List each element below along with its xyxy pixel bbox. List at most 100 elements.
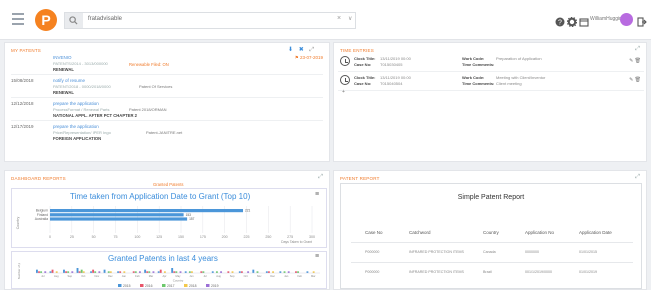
search-icon[interactable] xyxy=(65,13,83,28)
divider xyxy=(11,97,323,98)
x-tick-label: 25 xyxy=(70,235,74,239)
bar xyxy=(247,271,250,273)
legend-label: 2015 xyxy=(123,284,131,288)
row-subtitle: PATENTS/2014 - 3013/000000 xyxy=(53,61,108,66)
row-date: 12/12/2018 xyxy=(11,101,34,106)
x-axis-label: Days Taken to Grant xyxy=(281,240,312,244)
report-header-catchword: Catchword xyxy=(409,230,431,235)
x-tick-label: Nov xyxy=(95,274,100,278)
x-tick-label: Jan xyxy=(284,274,289,278)
x-tick-label: Dec xyxy=(270,274,275,278)
y-axis-label: Number of pats xyxy=(17,263,21,279)
bar xyxy=(134,271,137,273)
divider xyxy=(11,74,323,75)
panel-tools: ⬇ ✖ ⤢ xyxy=(288,46,318,54)
bar xyxy=(283,271,286,273)
x-tick-label: Sep xyxy=(230,274,235,278)
bar xyxy=(36,269,38,273)
work-code-label: Work Code: xyxy=(462,75,485,80)
time-entry-card[interactable]: Clock Title: 13/11/2019 00:00 Case No: T… xyxy=(338,54,644,72)
comments-label: Time Comments: xyxy=(462,81,495,86)
panel-title: MY PATENTS xyxy=(11,48,42,53)
legend-label: 2017 xyxy=(167,284,175,288)
case-value: T015030405 xyxy=(380,62,403,67)
bar xyxy=(211,271,214,273)
bar xyxy=(306,271,309,273)
comments-label: Time Comments: xyxy=(462,62,495,67)
bar xyxy=(252,269,255,273)
panel-title: PATENT REPORT xyxy=(340,176,380,181)
row-title-link[interactable]: INVENIO xyxy=(53,55,72,60)
x-tick-label: Aug xyxy=(216,274,221,278)
user-name[interactable]: WilliamHuggin xyxy=(590,16,622,22)
x-tick-label: Sep xyxy=(67,274,72,278)
expand-icon[interactable]: ⤢ xyxy=(635,46,640,53)
calendar-icon[interactable] xyxy=(579,14,589,27)
search-input[interactable]: fratadvisable xyxy=(88,16,122,22)
bar xyxy=(152,271,155,273)
search-dropdown-icon[interactable]: ∨ xyxy=(348,15,352,22)
bar xyxy=(240,271,243,273)
row-title-link[interactable]: notify of resume xyxy=(53,78,85,83)
bar xyxy=(132,271,135,273)
bar xyxy=(256,271,259,273)
close-icon[interactable]: ✖ xyxy=(299,47,304,53)
bar xyxy=(279,271,282,273)
row-tag: RENEWAL xyxy=(53,67,74,72)
row-flag[interactable]: ⚑ 23-07-2019 xyxy=(295,55,323,61)
work-code-label: Work Code: xyxy=(462,56,485,61)
edit-delete-icons[interactable]: ✎ 🗑 xyxy=(629,77,641,83)
expand-icon[interactable]: ⤢ xyxy=(635,174,640,181)
bar xyxy=(148,271,151,273)
x-tick-label: 250 xyxy=(265,235,271,239)
expand-icon[interactable]: ⤢ xyxy=(318,174,323,181)
bar xyxy=(38,271,40,273)
x-tick-label: Oct xyxy=(81,274,85,278)
chart-menu-icon[interactable]: ≡ xyxy=(315,253,319,260)
clock-icon xyxy=(340,75,350,85)
row-date: 12/17/2019 xyxy=(11,124,34,129)
bar xyxy=(144,269,147,273)
x-tick-label: 225 xyxy=(244,235,250,239)
menu-icon[interactable] xyxy=(12,13,24,25)
bar xyxy=(44,271,47,273)
row-title-link[interactable]: prepare the application xyxy=(53,124,99,129)
chart-subheading: Granted Patents xyxy=(153,182,184,187)
bar xyxy=(184,271,187,273)
clear-search-icon[interactable]: × xyxy=(337,15,341,22)
download-icon[interactable]: ⬇ xyxy=(288,47,293,53)
x-tick-label: 100 xyxy=(134,235,140,239)
bar xyxy=(40,271,43,273)
patent-report-panel: PATENT REPORT ⤢ Simple Patent Report Cas… xyxy=(333,170,647,290)
avatar[interactable] xyxy=(620,13,633,26)
search-box[interactable]: fratadvisable × ∨ xyxy=(64,12,356,29)
help-icon[interactable]: ? xyxy=(555,14,565,27)
settings-icon[interactable] xyxy=(566,14,578,28)
expand-icon[interactable]: ⤢ xyxy=(309,47,314,53)
granted-patents-chart: Granted Patents in last 4 years ≡ Jul Aug… xyxy=(11,251,327,289)
row-date: 15/08/2018 xyxy=(11,78,34,83)
edit-delete-icons[interactable]: ✎ 🗑 xyxy=(629,58,641,64)
x-tick-label: Mar xyxy=(149,274,154,278)
legend-swatch xyxy=(140,284,144,287)
bar xyxy=(50,213,184,217)
bar xyxy=(202,271,205,273)
dashboard-charts-panel: DASHBOARD REPORTS ⤢ Granted Patents Time… xyxy=(4,170,330,290)
bar xyxy=(287,271,290,273)
time-entry-card[interactable]: Clock Title: 13/11/2019 00:00 Case No: T… xyxy=(338,73,644,91)
logout-icon[interactable] xyxy=(637,14,647,27)
app-logo[interactable]: P xyxy=(35,9,57,31)
add-entry-button[interactable]: + xyxy=(342,89,345,95)
chart-menu-icon[interactable]: ≡ xyxy=(315,191,319,198)
x-tick-label: 175 xyxy=(200,235,206,239)
report-cell: INFRARED PROTECTION ITEMS xyxy=(409,270,464,274)
data-label: 157 xyxy=(189,217,195,221)
report-cell: Canada xyxy=(483,250,496,254)
legend-swatch xyxy=(118,284,122,287)
report-header-case-no: Case No xyxy=(365,230,383,235)
x-tick-label: May xyxy=(176,274,182,278)
row-title-link[interactable]: prepare the application xyxy=(53,101,99,106)
divider xyxy=(351,262,633,263)
bar xyxy=(157,271,160,273)
y-axis-label: Country xyxy=(16,217,20,230)
